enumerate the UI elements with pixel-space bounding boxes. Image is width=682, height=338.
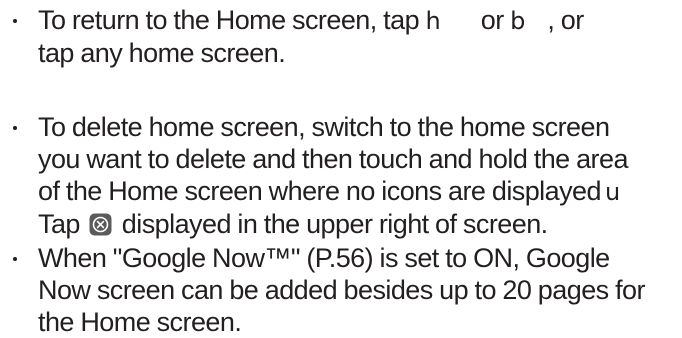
bullet-dot (13, 126, 17, 130)
note-item-delete-home: To delete home screen, switch to the hom… (0, 111, 628, 240)
close-icon (89, 211, 112, 236)
bullet-dot (13, 19, 17, 23)
text-no-icons: of the Home screen where no icons are di… (38, 176, 602, 206)
text-line: To return to the Home screen, tap h or b,… (38, 4, 584, 37)
back-key-glyph: b (510, 7, 526, 35)
manual-page: To return to the Home screen, tap h or b,… (0, 0, 682, 338)
text-tap: Tap (38, 209, 80, 239)
text-upper-right: displayed in the upper right of screen. (121, 209, 548, 239)
bullet-dot (13, 257, 17, 261)
note-item-google-now: When "Google Now™" (P.56) is set to ON, … (0, 242, 645, 338)
text-line: you want to delete and then touch and ho… (38, 144, 628, 174)
text-or-end: , or (547, 5, 584, 35)
text-line: Now screen can be added besides up to 20… (38, 275, 645, 305)
text-line: the Home screen. (38, 307, 242, 337)
note-item-return-home: To return to the Home screen, tap h or b,… (0, 4, 584, 69)
text-return-home: To return to the Home screen, tap (38, 5, 420, 35)
text-line: To delete home screen, switch to the hom… (38, 112, 610, 142)
text-line: Tap displayed in the upper right of scre… (38, 208, 628, 240)
text-line: of the Home screen where no icons are di… (38, 175, 628, 208)
text-or: or (480, 5, 504, 35)
home-key-glyph: h (425, 7, 441, 35)
text-line: tap any home screen. (38, 38, 286, 68)
arrow-glyph: u (604, 178, 621, 206)
text-line: When "Google Now™" (P.56) is set to ON, … (38, 243, 610, 273)
